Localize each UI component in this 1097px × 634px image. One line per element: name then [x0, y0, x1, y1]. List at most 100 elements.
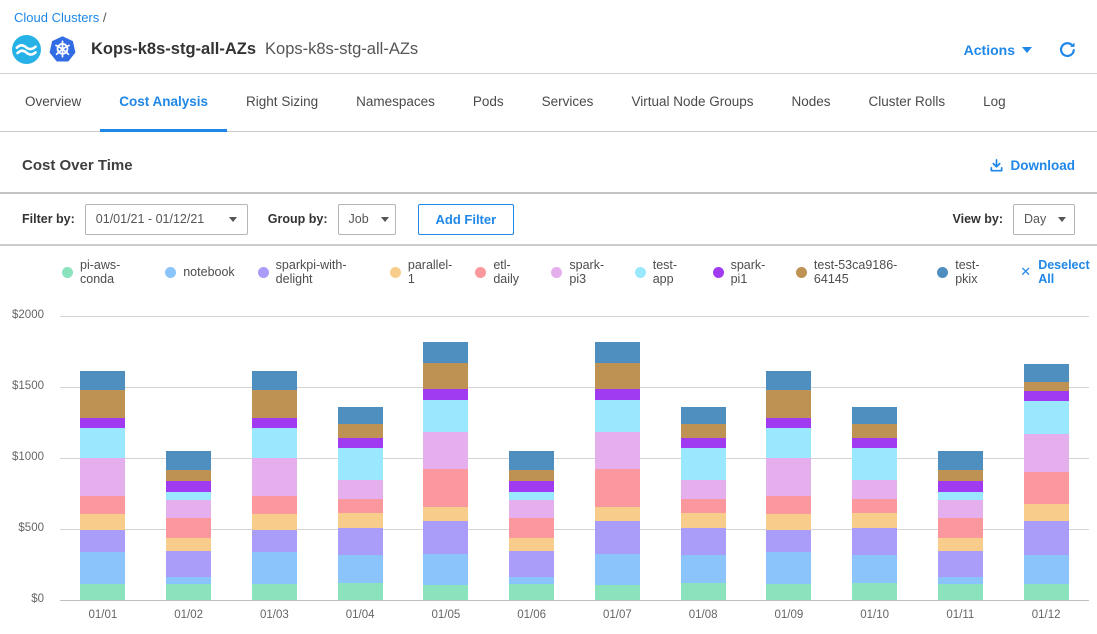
bar-segment-sparkpi-with-delight[interactable]	[252, 530, 297, 552]
bar-segment-test-pkix[interactable]	[852, 407, 897, 424]
bar-segment-test-pkix[interactable]	[338, 407, 383, 424]
bar-segment-pi-aws-conda[interactable]	[766, 584, 811, 600]
tab-namespaces[interactable]: Namespaces	[337, 74, 454, 132]
bar-segment-test-53ca9186-64145[interactable]	[423, 363, 468, 389]
stacked-bar-01/06[interactable]	[509, 451, 554, 600]
bar-segment-pi-aws-conda[interactable]	[338, 583, 383, 600]
bar-segment-spark-pi3[interactable]	[852, 480, 897, 499]
bar-segment-pi-aws-conda[interactable]	[509, 584, 554, 600]
bar-segment-pi-aws-conda[interactable]	[852, 583, 897, 600]
bar-segment-test-pkix[interactable]	[423, 342, 468, 363]
bar-segment-etl-daily[interactable]	[423, 469, 468, 507]
bar-segment-etl-daily[interactable]	[852, 499, 897, 513]
stacked-bar-01/11[interactable]	[938, 451, 983, 600]
bar-segment-sparkpi-with-delight[interactable]	[509, 551, 554, 577]
legend-item-spark-pi3[interactable]: spark-pi3	[551, 258, 611, 286]
bar-segment-test-pkix[interactable]	[938, 451, 983, 470]
bar-segment-spark-pi1[interactable]	[338, 438, 383, 448]
bar-segment-test-pkix[interactable]	[509, 451, 554, 470]
legend-item-test-53ca9186-64145[interactable]: test-53ca9186-64145	[796, 258, 914, 286]
bar-segment-test-53ca9186-64145[interactable]	[80, 390, 125, 418]
bar-segment-test-53ca9186-64145[interactable]	[595, 363, 640, 389]
bar-segment-spark-pi1[interactable]	[681, 438, 726, 448]
bar-segment-sparkpi-with-delight[interactable]	[1024, 521, 1069, 555]
legend-item-test-pkix[interactable]: test-pkix	[937, 258, 993, 286]
bar-segment-sparkpi-with-delight[interactable]	[766, 530, 811, 552]
bar-segment-test-53ca9186-64145[interactable]	[938, 470, 983, 481]
bar-segment-spark-pi1[interactable]	[766, 418, 811, 428]
bar-segment-sparkpi-with-delight[interactable]	[80, 530, 125, 552]
bar-segment-parallel-1[interactable]	[80, 514, 125, 530]
bar-segment-spark-pi3[interactable]	[595, 432, 640, 469]
tab-cost-analysis[interactable]: Cost Analysis	[100, 74, 227, 132]
bar-segment-parallel-1[interactable]	[166, 538, 211, 551]
bar-segment-sparkpi-with-delight[interactable]	[338, 528, 383, 555]
bar-segment-pi-aws-conda[interactable]	[80, 584, 125, 600]
bar-segment-etl-daily[interactable]	[509, 518, 554, 538]
bar-segment-test-app[interactable]	[938, 492, 983, 500]
stacked-bar-01/03[interactable]	[252, 371, 297, 600]
bar-segment-spark-pi3[interactable]	[938, 500, 983, 518]
bar-segment-test-53ca9186-64145[interactable]	[852, 424, 897, 438]
bar-segment-spark-pi1[interactable]	[166, 481, 211, 492]
bar-segment-test-pkix[interactable]	[595, 342, 640, 363]
bar-segment-spark-pi1[interactable]	[252, 418, 297, 428]
bar-segment-test-pkix[interactable]	[681, 407, 726, 424]
bar-segment-etl-daily[interactable]	[166, 518, 211, 538]
bar-segment-test-pkix[interactable]	[252, 371, 297, 389]
stacked-bar-01/07[interactable]	[595, 342, 640, 600]
bar-segment-notebook[interactable]	[681, 555, 726, 583]
bar-segment-pi-aws-conda[interactable]	[938, 584, 983, 600]
bar-segment-test-app[interactable]	[423, 400, 468, 432]
date-range-select[interactable]: 01/01/21 - 01/12/21	[85, 204, 248, 235]
bar-segment-spark-pi1[interactable]	[423, 389, 468, 400]
bar-segment-parallel-1[interactable]	[423, 507, 468, 521]
bar-segment-sparkpi-with-delight[interactable]	[595, 521, 640, 554]
bar-segment-test-app[interactable]	[852, 448, 897, 480]
bar-segment-sparkpi-with-delight[interactable]	[423, 521, 468, 554]
legend-item-spark-pi1[interactable]: spark-pi1	[713, 258, 773, 286]
bar-segment-etl-daily[interactable]	[766, 496, 811, 514]
refresh-button[interactable]	[1058, 40, 1077, 59]
stacked-bar-01/05[interactable]	[423, 342, 468, 600]
bar-segment-pi-aws-conda[interactable]	[681, 583, 726, 600]
tab-overview[interactable]: Overview	[6, 74, 100, 132]
bar-segment-test-app[interactable]	[80, 428, 125, 459]
bar-segment-test-pkix[interactable]	[1024, 364, 1069, 382]
bar-segment-spark-pi3[interactable]	[252, 458, 297, 496]
legend-item-pi-aws-conda[interactable]: pi-aws-conda	[62, 258, 142, 286]
bar-segment-etl-daily[interactable]	[252, 496, 297, 514]
bar-segment-test-pkix[interactable]	[80, 371, 125, 389]
bar-segment-sparkpi-with-delight[interactable]	[938, 551, 983, 577]
bar-segment-pi-aws-conda[interactable]	[252, 584, 297, 600]
stacked-bar-01/01[interactable]	[80, 371, 125, 600]
bar-segment-parallel-1[interactable]	[938, 538, 983, 551]
bar-segment-notebook[interactable]	[852, 555, 897, 583]
add-filter-button[interactable]: Add Filter	[418, 204, 515, 235]
tab-right-sizing[interactable]: Right Sizing	[227, 74, 337, 132]
bar-segment-test-53ca9186-64145[interactable]	[509, 470, 554, 481]
bar-segment-test-53ca9186-64145[interactable]	[252, 390, 297, 418]
bar-segment-sparkpi-with-delight[interactable]	[166, 551, 211, 577]
deselect-all-button[interactable]: ✕Deselect All	[1020, 258, 1097, 286]
bar-segment-spark-pi3[interactable]	[80, 458, 125, 496]
tab-cluster-rolls[interactable]: Cluster Rolls	[850, 74, 965, 132]
bar-segment-pi-aws-conda[interactable]	[1024, 584, 1069, 600]
bar-segment-parallel-1[interactable]	[252, 514, 297, 530]
bar-segment-pi-aws-conda[interactable]	[423, 585, 468, 600]
bar-segment-notebook[interactable]	[938, 577, 983, 585]
bar-segment-spark-pi1[interactable]	[509, 481, 554, 492]
stacked-bar-01/10[interactable]	[852, 407, 897, 600]
bar-segment-notebook[interactable]	[1024, 555, 1069, 583]
tab-nodes[interactable]: Nodes	[773, 74, 850, 132]
bar-segment-spark-pi1[interactable]	[938, 481, 983, 492]
bar-segment-parallel-1[interactable]	[338, 513, 383, 528]
bar-segment-pi-aws-conda[interactable]	[166, 584, 211, 600]
bar-segment-test-app[interactable]	[166, 492, 211, 500]
bar-segment-spark-pi1[interactable]	[80, 418, 125, 428]
bar-segment-sparkpi-with-delight[interactable]	[681, 528, 726, 555]
stacked-bar-01/02[interactable]	[166, 451, 211, 600]
bar-segment-parallel-1[interactable]	[595, 507, 640, 521]
bar-segment-test-app[interactable]	[1024, 401, 1069, 434]
bar-segment-spark-pi3[interactable]	[681, 480, 726, 499]
